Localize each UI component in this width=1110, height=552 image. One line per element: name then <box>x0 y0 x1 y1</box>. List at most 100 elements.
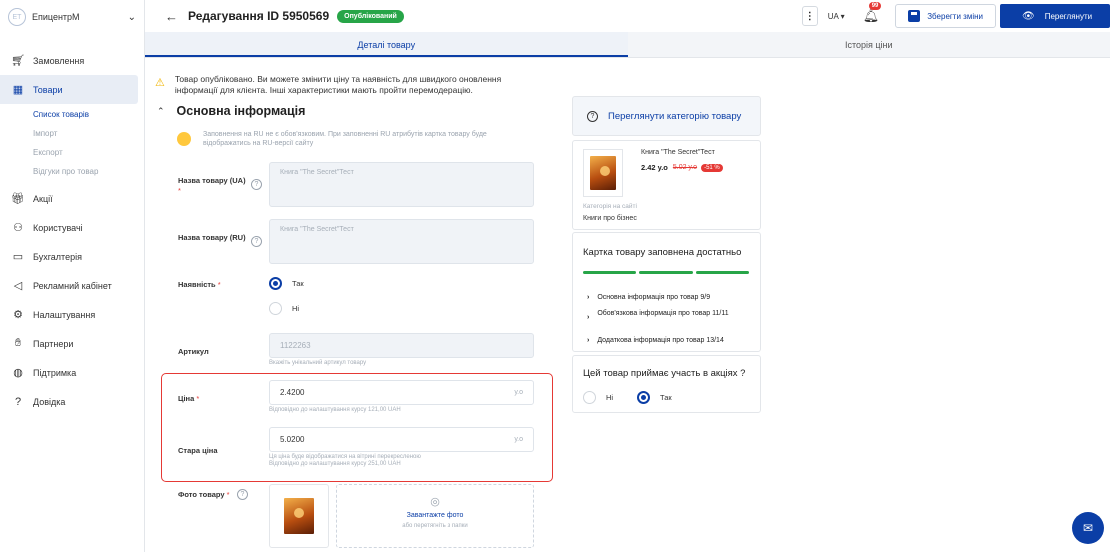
discount-badge: -51 % <box>701 163 723 172</box>
sidebar-item-label: Рекламний кабінет <box>33 280 112 291</box>
chat-icon: ◍ <box>13 367 23 379</box>
fill-status-title: Картка товару заповнена достатньо <box>583 247 742 258</box>
fill-row-main[interactable]: › Основна інформація про товар 9/9 <box>587 293 710 302</box>
availability-label: Наявність * <box>178 280 221 290</box>
view-category-button[interactable]: ? Переглянути категорію товару <box>572 96 761 136</box>
grid-icon: ▦ <box>12 84 24 96</box>
sidebar-item-support[interactable]: ◍ Підтримка <box>0 358 144 387</box>
more-menu-button[interactable]: ⋮ <box>801 6 818 26</box>
subnav-reviews[interactable]: Відгуки про товар <box>33 165 144 178</box>
sidebar-item-products[interactable]: ▦ Товари <box>0 75 138 104</box>
price-field[interactable]: 2.4200 у.о <box>269 380 534 405</box>
brand-name: ЕпицентрМ <box>32 12 80 22</box>
published-alert: ⚠ Товар опубліковано. Ви можете змінити … <box>155 74 535 96</box>
notifications-button[interactable]: 🔔︎ 99 <box>862 2 882 24</box>
users-icon: ⚇ <box>13 222 23 234</box>
fill-row-additional[interactable]: › Додаткова інформація про товар 13/14 <box>587 336 724 345</box>
app-root: ЕТ ЕпицентрМ ⌄ 🛒︎ Замовлення ▦ Товари Сп… <box>0 0 1110 552</box>
sidebar-item-label: Товари <box>33 84 63 95</box>
promo-yes-radio[interactable]: Так <box>637 391 672 404</box>
chevron-right-icon: › <box>587 314 590 321</box>
sidebar-item-partners[interactable]: ✋︎ Партнери <box>0 329 144 358</box>
sidebar-item-help[interactable]: ? Довідка <box>0 387 144 416</box>
old-price-field[interactable]: 5.0200 у.о <box>269 427 534 452</box>
warning-icon: ⚠ <box>155 77 165 89</box>
price-label-text: Ціна <box>178 394 195 403</box>
product-form: ⚠ Товар опубліковано. Ви можете змінити … <box>145 58 565 552</box>
product-preview-card: Книга "The Secret"Тест 2.42 у.о 5.02 у.о… <box>572 140 761 230</box>
sidebar-item-ads[interactable]: ◁ Рекламний кабінет <box>0 271 144 300</box>
alert-text: Товар опубліковано. Ви можете змінити ці… <box>174 74 502 95</box>
radio-unchecked <box>269 302 282 315</box>
help-icon[interactable]: ? <box>237 489 248 500</box>
preview-price: 2.42 у.о 5.02 у.о -51 % <box>641 163 723 172</box>
sku-label: Артикул <box>178 347 209 356</box>
tab-price-history[interactable]: Історія ціни <box>627 32 1110 57</box>
bell-icon: 🔔︎ <box>862 8 880 23</box>
availability-no-radio[interactable]: Ні <box>269 302 299 315</box>
view-button[interactable]: 👁︎ Переглянути <box>1000 4 1110 28</box>
chat-support-button[interactable]: ✉ <box>1072 512 1104 544</box>
subnav-product-list[interactable]: Список товарів <box>33 108 144 121</box>
name-ru-label: Назва товару (RU) <box>178 233 246 242</box>
sidebar-item-promotions[interactable]: 🎁︎ Акції <box>0 184 144 213</box>
tabs: Деталі товару Історія ціни <box>145 32 1110 58</box>
price-value: 2.4200 <box>280 388 305 397</box>
subnav-export[interactable]: Експорт <box>33 146 144 159</box>
ru-note-text: Заповнення на RU не є обов'язковим. При … <box>203 131 487 147</box>
progress-segment <box>639 271 693 274</box>
back-arrow-icon[interactable]: ← <box>165 9 178 24</box>
language-value: UA <box>827 11 839 21</box>
sidebar-item-label: Партнери <box>33 338 74 349</box>
gear-icon: ⚙ <box>13 309 23 321</box>
availability-yes-radio[interactable]: Так <box>269 277 304 290</box>
category-label: Категорія на сайті <box>583 203 637 210</box>
promo-yes-label: Так <box>660 393 672 402</box>
name-ua-field[interactable]: Книга "The Secret"Тест <box>269 162 534 207</box>
help-icon[interactable]: ? <box>251 236 262 247</box>
fill-row-label: Основна інформація про товар 9/9 <box>597 294 711 301</box>
subnav-import[interactable]: Імпорт <box>33 127 144 140</box>
progress-segment <box>583 271 637 274</box>
sku-field[interactable]: 1122263 <box>269 333 534 358</box>
old-price-label: Стара ціна <box>178 446 218 455</box>
preview-product-name: Книга "The Secret"Тест <box>641 149 715 156</box>
sidebar-nav: 🛒︎ Замовлення ▦ Товари Список товарів Ім… <box>0 46 144 416</box>
brand-logo: ЕТ <box>8 8 26 26</box>
language-select[interactable]: UA ▾ <box>828 12 845 21</box>
sidebar-item-orders[interactable]: 🛒︎ Замовлення <box>0 46 144 75</box>
price-label: Ціна * <box>178 394 199 404</box>
chevron-right-icon: › <box>587 294 590 301</box>
help-icon[interactable]: ? <box>251 179 262 190</box>
fill-row-required[interactable]: › Обов'язкова інформація про товар 11/11 <box>587 309 737 322</box>
upload-link[interactable]: Завантажте фото <box>337 512 533 519</box>
fill-progress-bar <box>583 271 749 274</box>
radio-unchecked <box>583 391 596 404</box>
sidebar: ЕТ ЕпицентрМ ⌄ 🛒︎ Замовлення ▦ Товари Сп… <box>0 0 145 552</box>
promotions-card: Цей товар приймає участь в акціях ? Ні Т… <box>572 355 761 413</box>
sidebar-item-label: Користувачі <box>33 222 83 233</box>
photo-upload-dropzone[interactable]: ◎ Завантажте фото або перетягніть з папк… <box>336 484 534 548</box>
name-ua-label: Назва товару (UA) * <box>178 176 248 196</box>
sidebar-item-settings[interactable]: ⚙ Налаштування <box>0 300 144 329</box>
save-button[interactable]: Зберегти зміни <box>895 4 996 28</box>
sidebar-item-users[interactable]: ⚇ Користувачі <box>0 213 144 242</box>
sidebar-item-accounting[interactable]: ▭ Бухгалтерія <box>0 242 144 271</box>
brand-switcher[interactable]: ЕТ ЕпицентрМ ⌄ <box>0 0 144 34</box>
name-ru-field[interactable]: Книга "The Secret"Тест <box>269 219 534 264</box>
photo-label: Фото товару * <box>178 490 230 500</box>
sidebar-item-label: Підтримка <box>33 367 77 378</box>
section-main-info[interactable]: ⌃ Основна інформація <box>157 104 305 118</box>
fill-row-label: Додаткова інформація про товар 13/14 <box>597 337 724 344</box>
gift-icon: 🎁︎ <box>11 193 25 205</box>
floppy-icon <box>908 10 921 22</box>
megaphone-icon: ◁ <box>13 280 23 292</box>
book-cover-image <box>590 156 616 190</box>
briefcase-icon: ▭ <box>12 251 24 263</box>
tab-details[interactable]: Деталі товару <box>145 32 628 57</box>
section-title: Основна інформація <box>176 104 306 118</box>
status-badge: Опублікований <box>337 9 404 23</box>
required-mark: * <box>178 186 181 195</box>
product-photo[interactable] <box>269 484 329 548</box>
promo-no-radio[interactable]: Ні <box>583 391 613 404</box>
